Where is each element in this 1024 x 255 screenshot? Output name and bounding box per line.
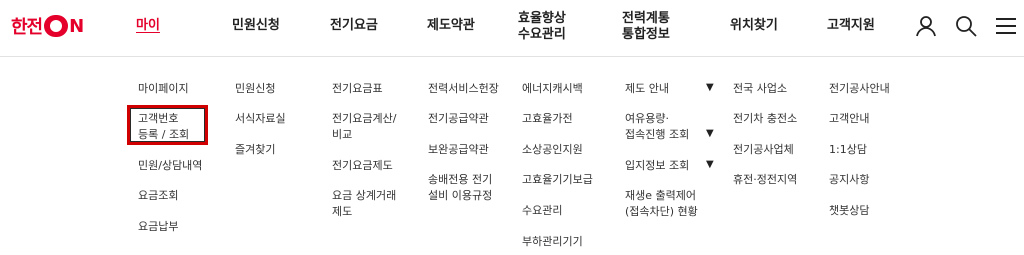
submenu-site-info[interactable]: 입지정보 조회: [625, 158, 689, 173]
submenu-rate-table[interactable]: 전기요금표: [332, 81, 383, 96]
gnb-efficiency[interactable]: 효율향상 수요관리: [518, 11, 566, 43]
submenu-contractors[interactable]: 전기공사업체: [733, 142, 794, 157]
gnb-civil-request[interactable]: 민원신청: [232, 18, 280, 34]
submenu-output-control-line2[interactable]: (접속차단) 현황: [625, 204, 698, 219]
submenu-efficient-appliance[interactable]: 고효율가전: [522, 111, 573, 126]
gnb-location[interactable]: 위치찾기: [730, 18, 778, 34]
logo-text: 한전: [11, 17, 43, 38]
submenu-bill-payment[interactable]: 요금납부: [138, 219, 178, 234]
search-icon[interactable]: [954, 14, 978, 38]
logo-o-icon: [44, 15, 69, 37]
submenu-offset-trade-line1[interactable]: 요금 상계거래: [332, 188, 396, 203]
caret-down-icon[interactable]: ▼: [706, 159, 714, 170]
submenu-offset-trade-line2[interactable]: 제도: [332, 204, 352, 219]
gnb-my[interactable]: 마이: [136, 18, 160, 34]
kepco-logo[interactable]: 한전 N: [11, 14, 84, 38]
submenu-offices[interactable]: 전국 사업소: [733, 81, 787, 96]
highlight-box: [127, 105, 208, 145]
submenu-transmission-rules-line1[interactable]: 송배전용 전기: [428, 172, 492, 187]
submenu-supply-terms[interactable]: 전기공급약관: [428, 111, 489, 126]
submenu-civil-history[interactable]: 민원/상담내역: [138, 158, 202, 173]
submenu-capacity-line1[interactable]: 여유용량·: [625, 111, 669, 126]
submenu-customer-guide[interactable]: 고객안내: [829, 111, 869, 126]
gnb-grid-info-line2: 통합정보: [622, 27, 670, 42]
submenu-device-supply[interactable]: 고효율기기보급: [522, 172, 593, 187]
submenu-capacity-line2[interactable]: 접속진행 조회: [625, 127, 689, 142]
submenu-bill-inquiry[interactable]: 요금조회: [138, 188, 178, 203]
hamburger-menu-icon[interactable]: [994, 14, 1018, 38]
gnb-terms[interactable]: 제도약관: [427, 18, 475, 34]
submenu-mypage[interactable]: 마이페이지: [138, 81, 189, 96]
submenu-favorites[interactable]: 즐겨찾기: [235, 142, 275, 157]
logo-text-right: N: [69, 15, 84, 37]
submenu-construction-guide[interactable]: 전기공사안내: [829, 81, 890, 96]
submenu-chatbot[interactable]: 챗봇상담: [829, 203, 869, 218]
submenu-supplementary-terms[interactable]: 보완공급약관: [428, 142, 489, 157]
caret-down-icon[interactable]: ▼: [706, 128, 714, 139]
submenu-outage-area[interactable]: 휴전·정전지역: [733, 172, 797, 187]
submenu-output-control-line1[interactable]: 재생e 출력제어: [625, 188, 696, 203]
submenu-rate-system[interactable]: 전기요금제도: [332, 158, 393, 173]
submenu-ev-charger[interactable]: 전기차 충전소: [733, 111, 797, 126]
submenu-energy-cashback[interactable]: 에너지캐시백: [522, 81, 583, 96]
submenu-form-library[interactable]: 서식자료실: [235, 111, 286, 126]
submenu-small-business[interactable]: 소상공인지원: [522, 142, 583, 157]
submenu-load-device[interactable]: 부하관리기기: [522, 234, 583, 249]
submenu-1on1[interactable]: 1:1상담: [829, 142, 867, 157]
submenu-demand-management[interactable]: 수요관리: [522, 203, 562, 218]
caret-down-icon[interactable]: ▼: [706, 82, 714, 93]
submenu-transmission-rules-line2[interactable]: 설비 이용규정: [428, 188, 492, 203]
user-icon[interactable]: [914, 14, 938, 38]
gnb-support[interactable]: 고객지원: [827, 18, 875, 34]
gnb-efficiency-line1: 효율향상: [518, 11, 566, 26]
site-header: 한전 N 마이 민원신청 전기요금 제도약관 효율향상 수요관리 전력계통 통합…: [0, 0, 1024, 56]
submenu-rate-calc-line2[interactable]: 비교: [332, 127, 352, 142]
submenu-notice[interactable]: 공지사항: [829, 172, 869, 187]
gnb-grid-info[interactable]: 전력계통 통합정보: [622, 11, 670, 43]
submenu-system-guide[interactable]: 제도 안내: [625, 81, 669, 96]
submenu-civil-request[interactable]: 민원신청: [235, 81, 275, 96]
gnb-efficiency-line2: 수요관리: [518, 27, 566, 42]
gnb-electric-charge[interactable]: 전기요금: [330, 18, 378, 34]
submenu-service-charter[interactable]: 전력서비스헌장: [428, 81, 499, 96]
gnb-grid-info-line1: 전력계통: [622, 11, 670, 26]
submenu-rate-calc-line1[interactable]: 전기요금계산/: [332, 111, 396, 126]
